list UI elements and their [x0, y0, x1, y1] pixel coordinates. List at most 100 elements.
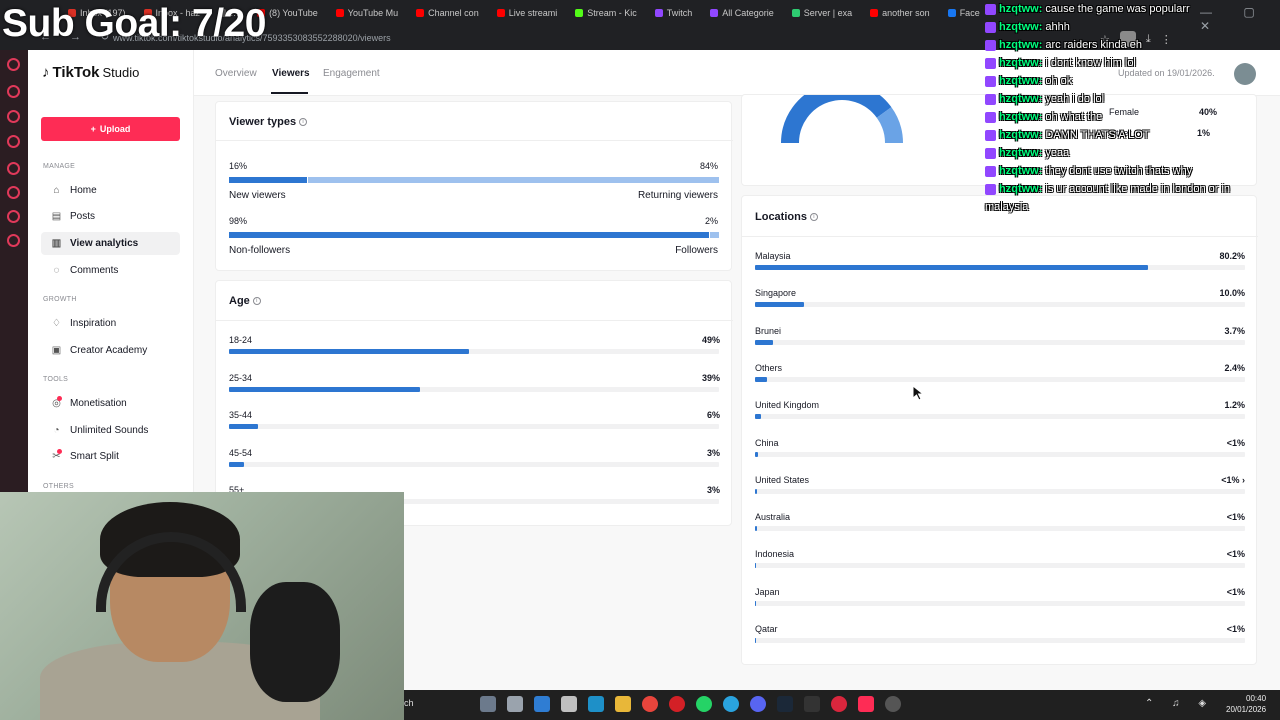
location-pct: 3.7% [1224, 325, 1245, 336]
viewer-left-pct: 16% [229, 161, 248, 171]
location-bar-fill [755, 600, 756, 606]
location-bar-track [755, 414, 1245, 420]
app-icon[interactable] [588, 696, 604, 712]
viewer-left-label: New viewers [229, 190, 286, 201]
widgets-icon[interactable] [480, 696, 496, 712]
file-explorer-icon[interactable] [615, 696, 631, 712]
epic-games-icon[interactable] [804, 696, 820, 712]
age-bar-fill [229, 349, 469, 354]
taskbar-search[interactable]: ch [404, 698, 414, 708]
chat-message: malaysia [985, 198, 1280, 216]
browser-tab[interactable]: Server | exa [784, 3, 860, 23]
taskbar-clock[interactable]: 00:40 20/01/2026 [1226, 693, 1266, 715]
sidebar-item-inspiration[interactable]: ♢ Inspiration [41, 312, 180, 335]
discord-icon[interactable] [750, 696, 766, 712]
chat-username: hzqtww: [999, 57, 1043, 69]
location-pct: <1% [1226, 512, 1245, 523]
browser-tab[interactable]: Live streami [489, 3, 566, 23]
viewer-split-bar-left [229, 177, 307, 183]
steam-icon[interactable] [777, 696, 793, 712]
chat-message: hzqtww: ahhh [985, 18, 1280, 36]
app-icon[interactable] [561, 696, 577, 712]
tiktok-icon[interactable] [858, 696, 874, 712]
tab-viewers[interactable]: Viewers [272, 68, 310, 79]
location-bar-track [755, 302, 1245, 308]
location-bar-fill [755, 302, 804, 308]
location-bar-fill [755, 488, 757, 494]
sidebar-item-unlimited-sounds[interactable]: ◔ Unlimited Sounds [41, 419, 180, 442]
age-label: 45-54 [229, 447, 253, 458]
tab-favicon-icon [496, 9, 505, 17]
location-row: Singapore 10.0% [742, 288, 1258, 318]
tab-overview[interactable]: Overview [215, 68, 257, 79]
sidebar-app-icon[interactable] [7, 210, 20, 223]
browser-tab[interactable]: Channel con [408, 3, 487, 23]
chat-message: hzqtww: cause the game was popularr [985, 0, 1280, 18]
twitch-icon [985, 76, 996, 87]
system-tray[interactable]: ⌃ ♫ ◈ [1145, 698, 1214, 709]
location-bar-fill [755, 414, 761, 420]
chat-message: hzqtww: oh ok [985, 72, 1280, 90]
plus-icon: + [90, 124, 96, 134]
sidebar-app-icon[interactable] [7, 110, 20, 123]
chat-username: hzqtww: [999, 129, 1043, 141]
browser-tab[interactable]: Stream - Kic [567, 3, 645, 23]
info-icon[interactable]: i [809, 213, 818, 222]
chat-text: yeah i do lol [1045, 93, 1105, 105]
browser-tab[interactable]: Facebook [940, 3, 980, 23]
tiktok-studio-logo[interactable]: ♪ TikTok Studio [42, 64, 139, 81]
app-icon[interactable] [831, 696, 847, 712]
info-icon[interactable]: i [299, 118, 308, 127]
whatsapp-icon[interactable] [696, 696, 712, 712]
viewer-split-bar-right [308, 177, 719, 183]
location-row: China <1% [742, 438, 1258, 468]
sidebar-item-home[interactable]: ⌂ Home [41, 179, 180, 202]
sidebar-item-creator-academy[interactable]: ▣ Creator Academy [41, 339, 180, 362]
twitch-icon [985, 94, 996, 105]
age-row: 45-54 3% [216, 448, 733, 478]
sidebar-item-smart-split[interactable]: ✂ Smart Split [41, 445, 180, 468]
app-icon[interactable] [534, 696, 550, 712]
section-tools: TOOLS [43, 376, 69, 383]
tab-favicon-icon [870, 9, 879, 17]
download-icon[interactable] [7, 186, 20, 199]
age-pct: 3% [706, 485, 720, 495]
sidebar-item-view-analytics[interactable]: ▥ View analytics [41, 232, 180, 255]
obs-icon[interactable] [885, 696, 901, 712]
browser-tab[interactable]: All Categorie [702, 3, 782, 23]
location-bar-track [755, 376, 1245, 382]
age-card: Age i 18-24 49% 25-34 39% 35-44 6% 45-54 3% 55+ 3% [215, 280, 733, 526]
upload-button[interactable]: + Upload [41, 117, 180, 141]
sidebar-item-comments[interactable]: ◌ Comments [41, 259, 180, 282]
age-bar-track [229, 461, 719, 467]
sidebar-app-icon[interactable] [7, 135, 20, 148]
viewer-right-pct: 84% [699, 161, 718, 171]
chat-message: hzqtww: they dont use twitch thats why [985, 162, 1280, 180]
location-row[interactable]: United States <1% › [742, 475, 1258, 505]
browser-tab[interactable]: another son [862, 3, 938, 23]
chrome-icon[interactable] [642, 696, 658, 712]
settings-icon[interactable] [7, 234, 20, 247]
task-view-icon[interactable] [507, 696, 523, 712]
sidebar-item-monetisation[interactable]: ◎ Monetisation [41, 392, 180, 415]
age-bar-fill [229, 386, 420, 392]
browser-tab[interactable]: YouTube Mu [328, 3, 406, 23]
location-label: Malaysia [755, 251, 791, 261]
sidebar-app-icon[interactable] [7, 85, 20, 98]
telegram-icon[interactable] [723, 696, 739, 712]
analytics-icon: ▥ [51, 238, 62, 249]
chat-text: oh what the [1045, 111, 1103, 123]
tiktok-logo-icon: ♪ [42, 64, 50, 81]
tab-engagement[interactable]: Engagement [323, 68, 380, 79]
messenger-icon[interactable] [7, 58, 20, 71]
info-icon[interactable]: i [252, 297, 261, 306]
chat-username: hzqtww: [999, 183, 1043, 195]
chat-message: hzqtww: yeah i do lol [985, 90, 1280, 108]
age-bar-fill [229, 461, 244, 467]
location-row: Brunei 3.7% [742, 326, 1258, 356]
history-icon[interactable] [7, 162, 20, 175]
sidebar-item-posts[interactable]: ▤ Posts [41, 205, 180, 228]
browser-tab[interactable]: Twitch [647, 3, 701, 23]
chat-text: DAMN THATS A LOT [1045, 129, 1150, 141]
opera-icon[interactable] [669, 696, 685, 712]
